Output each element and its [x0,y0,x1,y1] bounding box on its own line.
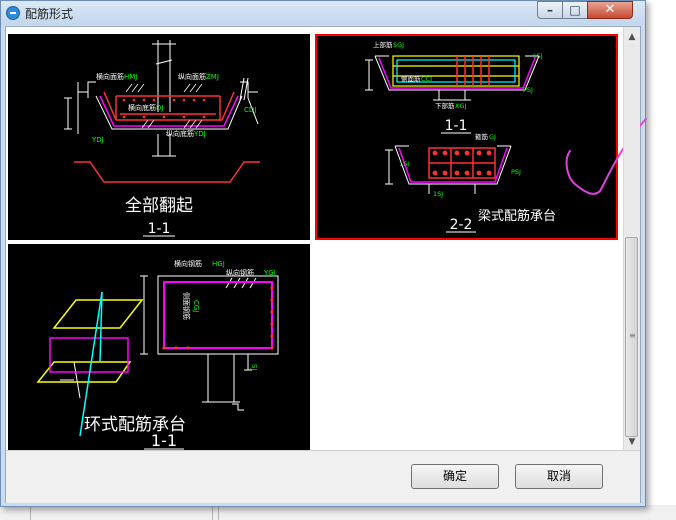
full-bent-drawing: 横向面筋 HMJ 纵向面筋 ZMJ 横向底筋 DJ 纵向底筋 YDJ CDJ Y… [64,40,260,237]
label-psj-code: PSJ [523,86,533,94]
label-side-code: YDJ [91,136,104,144]
section-label-1: 1-1 [445,118,468,134]
grip-icon: ≡ [629,331,636,340]
background-divider [212,505,213,520]
option-grid: 横向面筋 HMJ 纵向面筋 ZMJ 横向底筋 DJ 纵向底筋 YDJ CDJ Y… [6,27,647,450]
label-ydj-code: YDJ [193,130,206,138]
close-button[interactable]: ✕ [587,1,633,19]
label-xgj-code: XGJ [455,102,466,110]
label-cdj-code: CDJ [244,106,256,114]
maximize-button[interactable]: □ [562,1,588,19]
label-1sj-code-b: 1SJ [433,190,443,198]
label-hgj-text: 横向钢筋 [174,259,202,268]
scroll-up-arrow-icon[interactable]: ▲ [624,29,640,45]
dialog-client: 横向面筋 HMJ 纵向面筋 ZMJ 横向底筋 DJ 纵向底筋 YDJ CDJ Y… [5,26,647,503]
label-cgj-text: 侧面钢筋 [182,292,191,320]
label-ccj-text: 侧面筋 [401,74,421,83]
label-dj-code: DJ [156,104,163,112]
scroll-down-arrow-icon[interactable]: ▼ [624,434,640,450]
label-sgj-text: 上部筋 [373,40,393,49]
label-hgj-code: HGJ [212,260,225,268]
background-window-edge [0,505,676,520]
label-ygj-code: YGJ [263,269,276,277]
section-label-visible: 1-1 [151,431,177,450]
minimize-button[interactable]: – [537,1,563,19]
label-ccj-code: CCJ [421,75,432,83]
label-ygj-text: 纵向钢筋 [226,268,254,277]
option-ring-reinforced-cap[interactable]: 横向钢筋 HGJ 纵向钢筋 YGJ 侧面钢筋 CGJ SJ 环式配筋承台 1-1… [8,244,310,450]
close-icon: ✕ [604,2,616,17]
label-1sj-code-a: 1SJ [399,160,409,168]
label-hmj-code: HMJ [124,73,137,81]
ok-button[interactable]: 确定 [411,464,499,489]
label-ydj-text: 纵向底筋 [166,129,194,138]
caption-full-bent: 全部翻起 [125,196,193,216]
background-divider [30,505,31,520]
button-bar: 确定 取消 [6,450,640,503]
label-sj-code: SJ [250,364,258,371]
ring-cap-drawing: 横向钢筋 HGJ 纵向钢筋 YGJ 侧面钢筋 CGJ SJ 环式配筋承台 1-1… [36,259,279,450]
label-gj-code: GJ [489,133,496,141]
app-icon [6,6,20,20]
scrollbar-thumb[interactable]: ≡ [625,237,638,437]
label-zmj-text: 纵向面筋 [178,72,206,81]
label-xgj-text: 下部筋 [435,101,455,110]
cancel-button[interactable]: 取消 [515,464,603,489]
label-psj-code-b: PSJ [511,168,521,176]
label-zmj-code: ZMJ [206,73,219,81]
label-sgj-code: SGJ [393,41,404,49]
dialog-title: 配筋形式 [25,7,74,21]
section-label: 1-1 [148,221,171,237]
title-bar: 配筋形式 – □ ✕ [1,1,645,25]
dialog-window: 配筋形式 – □ ✕ 横向面筋 HMJ 纵向面筋 ZMJ 横向底筋 DJ 纵向底… [0,0,647,507]
label-cgj-code: CGJ [192,300,200,312]
label-lsj-code: LSJ [533,52,543,60]
minimize-icon: – [547,3,553,17]
background-divider [218,505,219,520]
maximize-icon: □ [569,3,581,17]
label-gj-text: 箍筋 [475,132,489,141]
caption-beam-cap: 梁式配筋承台 [478,208,556,224]
label-dj-text: 横向底筋 [128,103,156,112]
label-hmj-text: 横向面筋 [96,72,124,81]
handwritten-checkmark [565,118,647,195]
vertical-scrollbar[interactable]: ▲ ≡ ▼ [623,27,640,450]
option-full-bent[interactable]: 横向面筋 HMJ 纵向面筋 ZMJ 横向底筋 DJ 纵向底筋 YDJ CDJ Y… [8,34,310,240]
section-label-2: 2-2 [450,217,473,233]
